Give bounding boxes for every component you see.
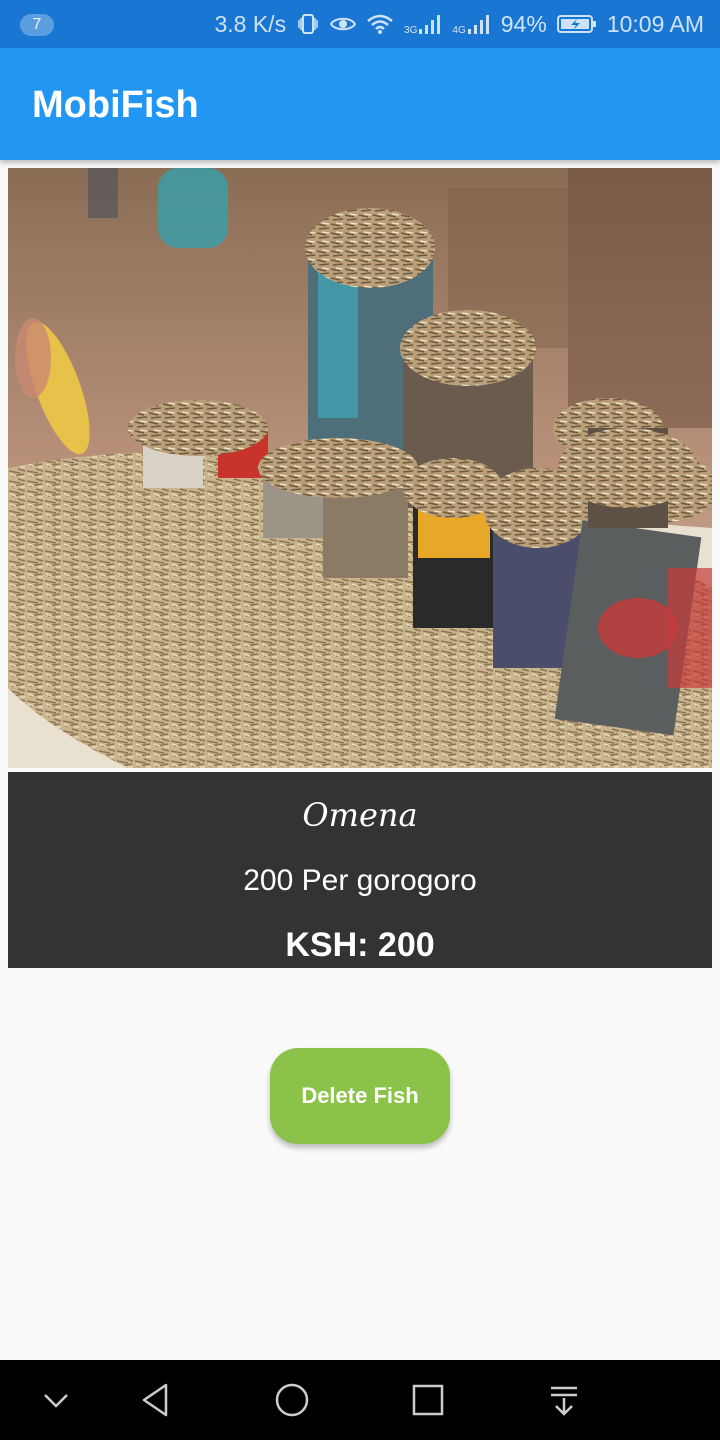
back-icon[interactable] [136,1380,176,1420]
wifi-icon [366,13,394,35]
fish-name: Omena [302,796,418,834]
app-title: MobiFish [32,84,199,126]
signal-type-label: 3G [404,24,418,36]
chevron-down-icon[interactable] [36,1380,76,1420]
home-icon[interactable] [272,1380,312,1420]
fish-price: KSH: 200 [285,926,435,964]
net-speed: 3.8 K/s [214,10,287,37]
recents-icon[interactable] [408,1380,448,1420]
signal-icon: 3G [404,13,442,36]
notification-count-badge: 7 [20,14,54,36]
signal-type-label: 4G [452,24,466,36]
signal-icon: 4G [452,13,490,36]
battery-charging-icon [556,13,597,35]
status-icons: 3.8 K/s 3G 4G 94% 10:09 AM [214,0,704,48]
navigation-bar [0,1360,720,1440]
fish-description: 200 Per gorogoro [243,864,477,897]
app-bar: MobiFish [0,48,720,160]
status-bar: 7 3.8 K/s 3G 4G 94% 10:09 AM [0,0,720,48]
fish-info-panel: Omena 200 Per gorogoro KSH: 200 [8,772,712,968]
delete-fish-button[interactable]: Delete Fish [270,1048,450,1144]
fish-image [8,168,712,768]
eye-icon [330,13,357,35]
clock: 10:09 AM [606,10,704,37]
notification-pull-icon[interactable] [544,1380,584,1420]
battery-percent: 94% [500,10,547,37]
vibrate-icon [296,12,320,36]
